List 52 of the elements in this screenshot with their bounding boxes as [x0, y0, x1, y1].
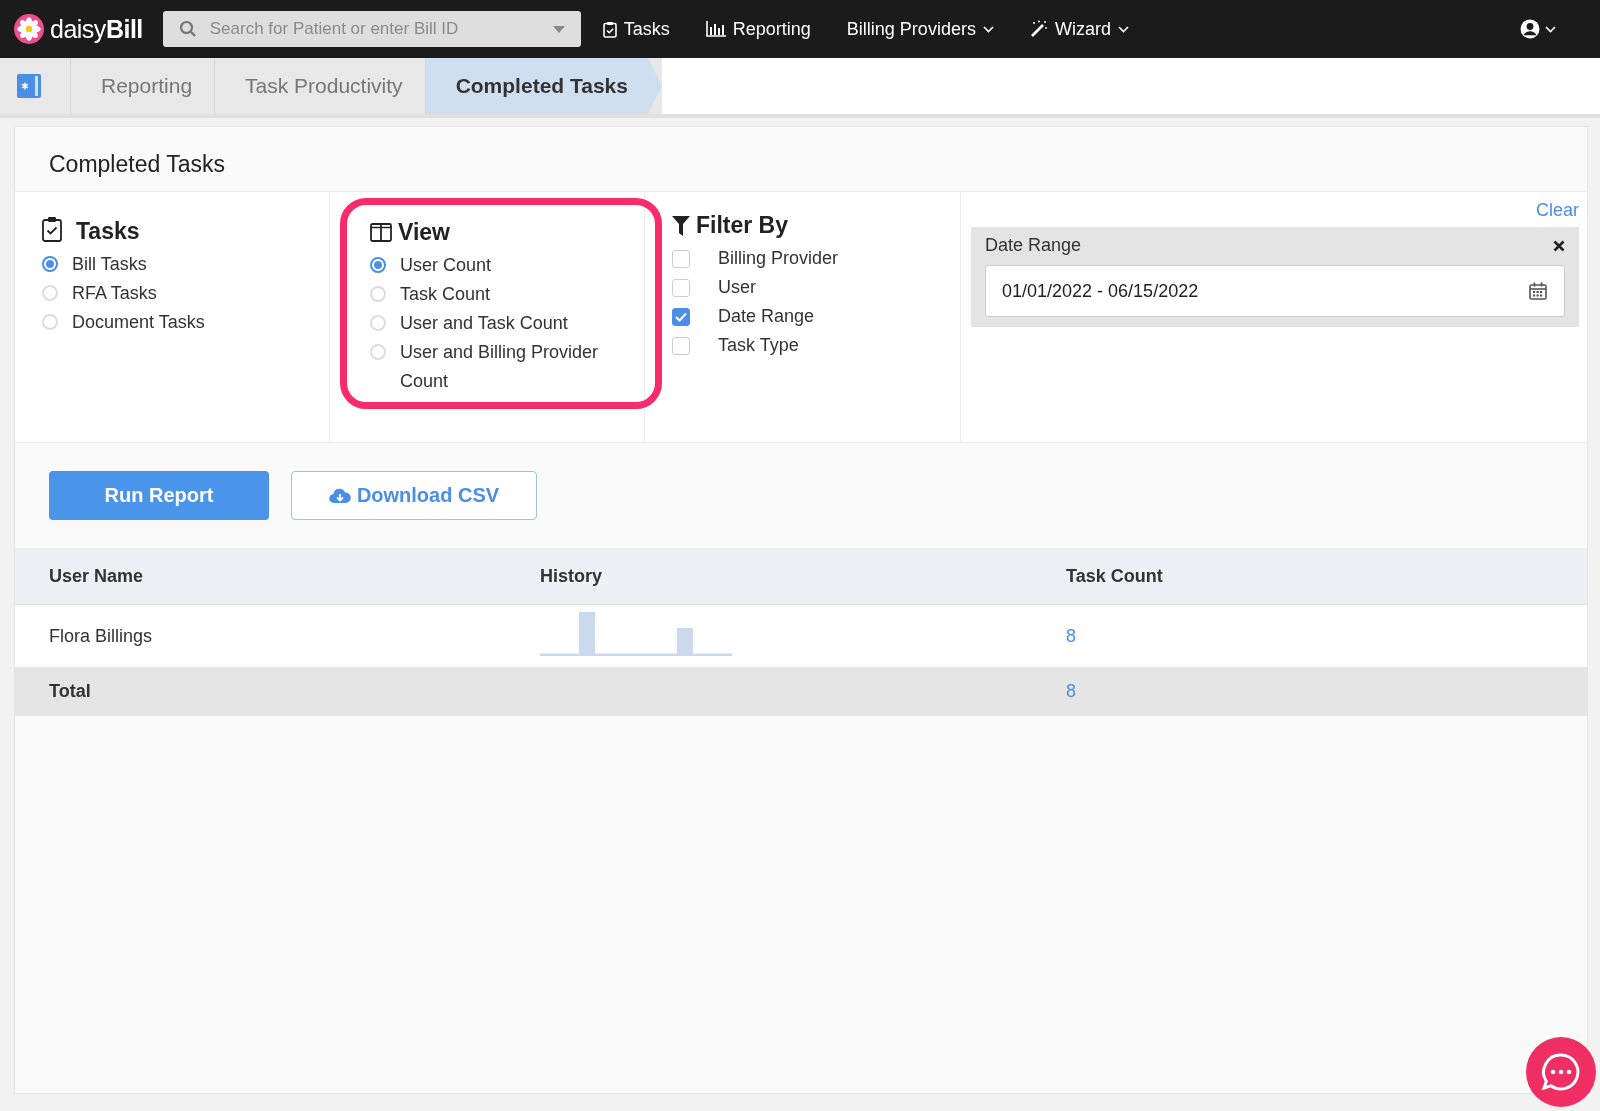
columns-icon	[370, 223, 392, 242]
nav-link[interactable]: Reporting	[705, 18, 811, 40]
radio-option[interactable]: Bill Tasks	[42, 250, 305, 279]
radio-button[interactable]	[42, 256, 58, 272]
checkbox[interactable]	[672, 279, 690, 297]
id-card-icon	[16, 73, 42, 99]
checkbox-option[interactable]: Task Type	[672, 331, 936, 360]
column-header: User Name	[49, 565, 145, 587]
brand-name[interactable]: daisyBill	[50, 14, 143, 44]
search-icon	[178, 20, 197, 38]
magic-wand-icon	[1029, 20, 1048, 38]
radio-option[interactable]: User Count	[370, 251, 635, 280]
user-avatar-icon	[1520, 19, 1540, 39]
chevron-down-icon	[982, 25, 994, 33]
radio-option[interactable]: User and Billing Provider Count	[370, 338, 635, 396]
clipboard-check-icon	[602, 20, 617, 38]
table-cell-text: Total	[49, 681, 92, 702]
checkbox-option[interactable]: Date Range	[672, 302, 936, 331]
chevron-down-icon	[1545, 25, 1556, 33]
checkbox[interactable]	[672, 250, 690, 268]
column-header: Task Count	[1066, 565, 1164, 587]
table-cell-text: Flora Billings	[49, 625, 154, 647]
radio-option[interactable]: Task Count	[370, 280, 635, 309]
radio-option[interactable]: Document Tasks	[42, 308, 305, 337]
close-icon[interactable]	[1553, 239, 1565, 252]
filter-label: Date Range	[985, 235, 1082, 256]
clipboard-check-icon	[42, 215, 62, 242]
breadcrumb-link[interactable]: Completed Tasks	[424, 58, 662, 114]
checkbox[interactable]	[672, 308, 690, 326]
date-range-field[interactable]: 01/01/2022 - 06/15/2022	[985, 265, 1565, 317]
caret-icon	[552, 26, 565, 33]
checkbox-option[interactable]: Billing Provider	[672, 244, 936, 273]
section-title: Filter By	[696, 212, 789, 239]
checkbox[interactable]	[672, 337, 690, 355]
radio-option[interactable]: User and Task Count	[370, 309, 635, 338]
nav-link[interactable]: Tasks	[602, 18, 670, 40]
nav-link[interactable]: Billing Providers	[846, 18, 994, 40]
calendar-icon	[1529, 282, 1547, 300]
cloud-download-icon	[328, 487, 351, 504]
column-header: History	[540, 565, 603, 587]
chevron-down-icon	[1117, 25, 1129, 33]
bar-chart-icon	[705, 21, 726, 37]
section-title: Tasks	[76, 218, 140, 245]
section-title: View	[398, 219, 450, 246]
radio-option[interactable]: RFA Tasks	[42, 279, 305, 308]
checkbox-option[interactable]: User	[672, 273, 936, 302]
radio-button[interactable]	[370, 257, 386, 273]
search-field[interactable]: Search for Patient or enter Bill ID	[162, 11, 581, 47]
flower-logo-icon[interactable]	[14, 14, 44, 44]
nav-link[interactable]: Wizard	[1029, 18, 1129, 40]
user-menu-button[interactable]	[1520, 19, 1556, 39]
filter-icon	[672, 215, 690, 236]
